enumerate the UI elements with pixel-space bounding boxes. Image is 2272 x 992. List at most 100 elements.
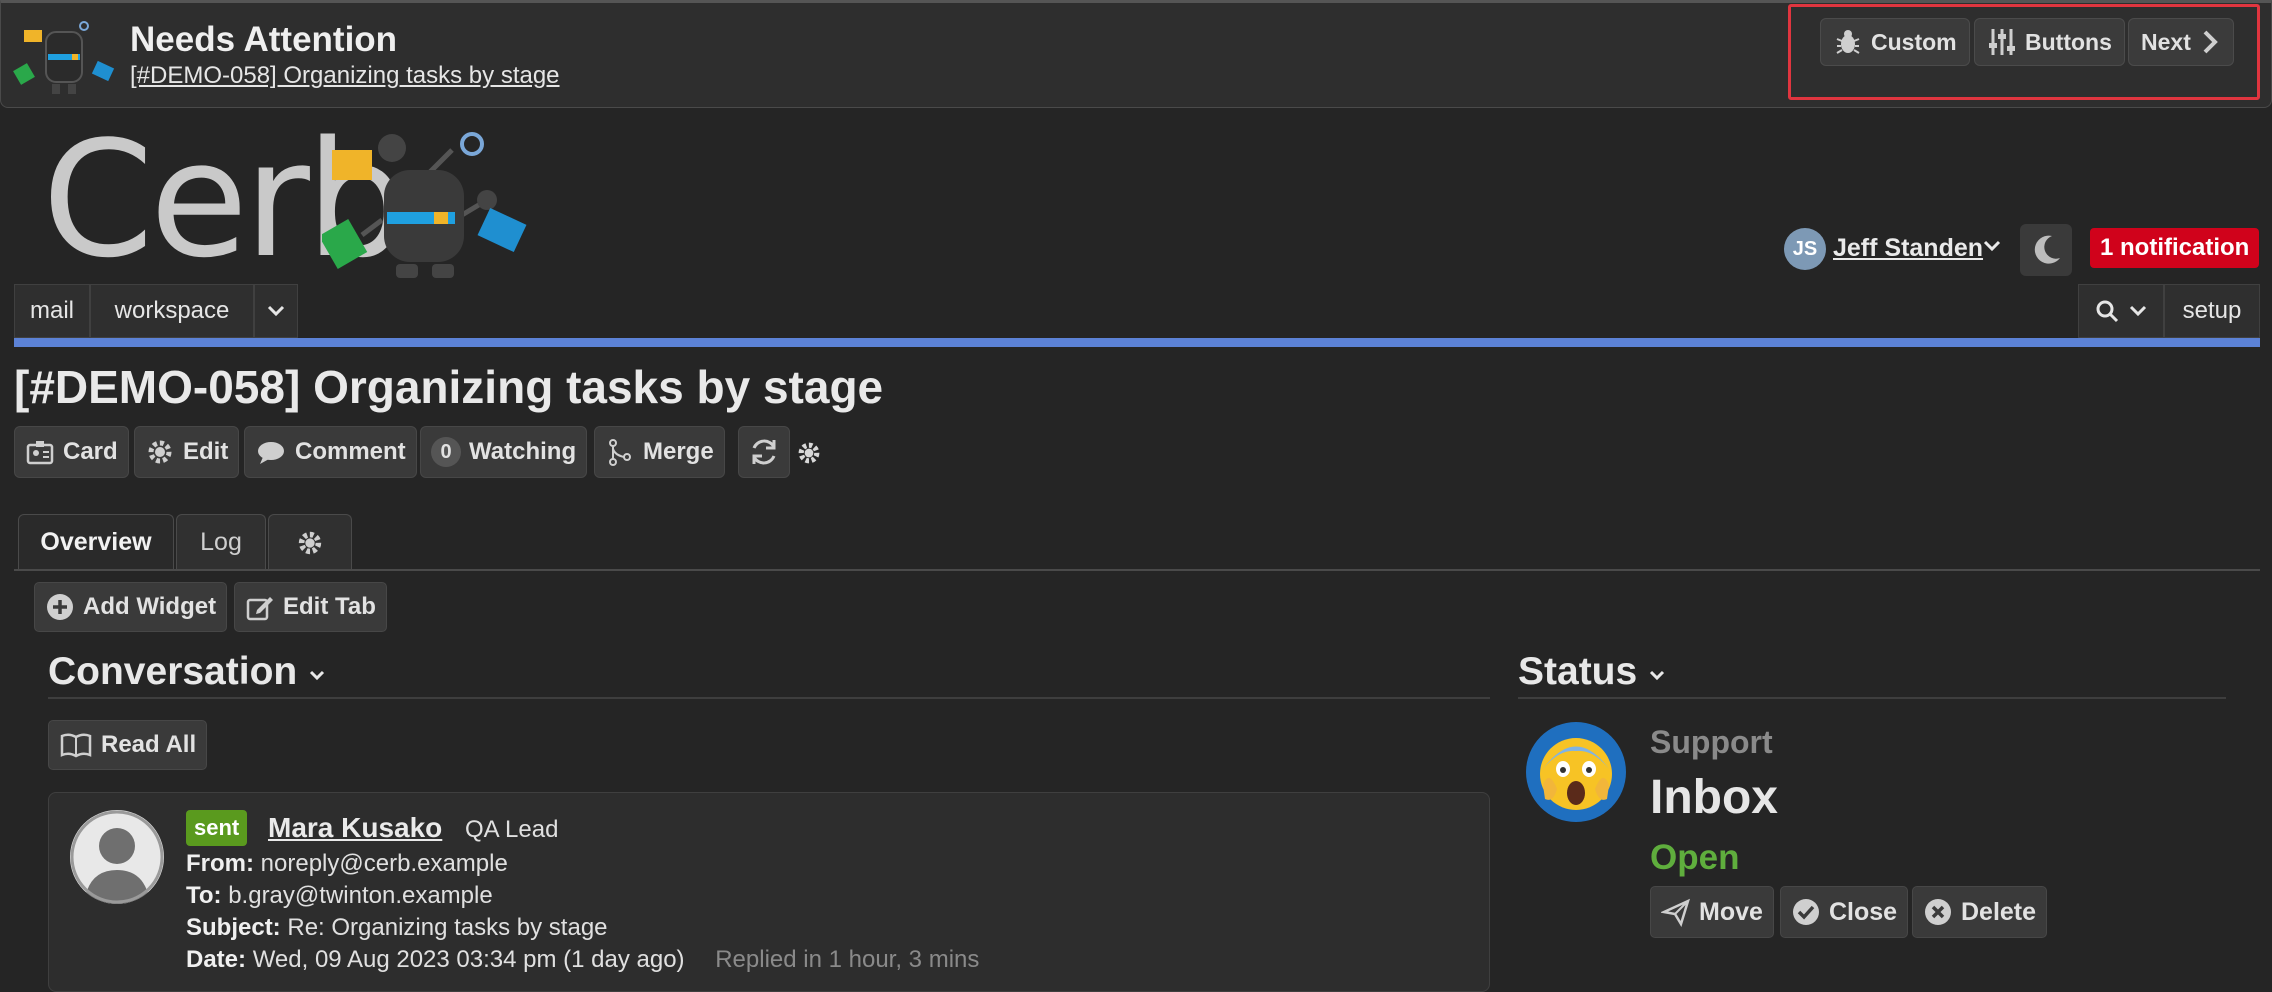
user-avatar[interactable]: JS [1784, 228, 1826, 270]
merge-icon [609, 439, 631, 466]
tab-divider [14, 569, 2260, 571]
chevron-down-icon [2129, 305, 2147, 317]
read-all-button[interactable]: Read All [48, 720, 208, 770]
read-all-label: Read All [101, 731, 197, 758]
watching-button-label: Watching [469, 438, 577, 465]
move-button-label: Move [1699, 897, 1763, 926]
merge-button[interactable]: Merge [594, 426, 725, 478]
edit-button[interactable]: Edit [134, 426, 240, 478]
chevron-right-icon [2203, 30, 2218, 54]
merge-button-label: Merge [643, 438, 714, 465]
gear-icon [298, 531, 322, 554]
attention-title: Needs Attention [130, 20, 398, 59]
custom-button-label: Custom [1871, 28, 1957, 55]
comment-button-label: Comment [295, 438, 406, 465]
tab-settings[interactable] [268, 514, 352, 570]
status-divider [1518, 697, 2226, 699]
book-open-icon [60, 733, 92, 758]
to-line: To: b.gray@twinton.example [186, 882, 493, 910]
comment-icon [258, 442, 284, 464]
status-group: Support [1650, 724, 1773, 760]
move-button[interactable]: Move [1650, 886, 1774, 938]
add-widget-label: Add Widget [83, 593, 217, 620]
refresh-button[interactable] [738, 426, 790, 478]
tab-log[interactable]: Log [176, 514, 266, 570]
gear-icon [148, 440, 172, 464]
sender-avatar[interactable] [70, 810, 164, 904]
sliders-icon [1989, 29, 2015, 55]
to-label: To: [186, 882, 222, 909]
id-card-icon [26, 441, 54, 465]
chevron-down-icon [1649, 670, 1665, 681]
watching-button[interactable]: 0 Watching [420, 426, 588, 478]
comment-button[interactable]: Comment [244, 426, 417, 478]
nav-tab-workspace[interactable]: workspace [90, 284, 254, 338]
status-title-label: Status [1518, 650, 1638, 693]
moon-icon [2034, 235, 2060, 264]
chevron-down-icon[interactable] [1982, 236, 2002, 256]
x-circle-icon [1925, 899, 1951, 925]
next-button[interactable]: Next [2128, 18, 2234, 66]
nav-tab-mail[interactable]: mail [14, 284, 90, 338]
conversation-title[interactable]: Conversation [48, 650, 326, 694]
next-button-label: Next [2141, 28, 2191, 55]
conversation-divider [48, 697, 1490, 699]
chevron-down-icon [310, 670, 325, 681]
sender-link[interactable]: Mara Kusako [268, 812, 442, 844]
watching-count: 0 [431, 437, 461, 467]
person-silhouette-icon [70, 810, 164, 904]
status-bucket: Inbox [1650, 771, 1778, 824]
replied-time: Replied in 1 hour, 3 mins [715, 946, 980, 973]
delete-button-label: Delete [1961, 897, 2037, 926]
date-line: Date: Wed, 09 Aug 2023 03:34 pm (1 day a… [186, 946, 979, 974]
from-label: From: [186, 850, 254, 877]
subject-value: Re: Organizing tasks by stage [287, 914, 608, 941]
date-value: Wed, 09 Aug 2023 03:34 pm (1 day ago) [252, 946, 685, 973]
search-icon [2096, 300, 2119, 323]
bug-icon [1836, 30, 1860, 54]
plus-circle-icon [47, 594, 73, 620]
refresh-icon [752, 439, 776, 465]
edit-tab-button[interactable]: Edit Tab [234, 582, 387, 632]
nav-more-menu[interactable] [254, 284, 298, 338]
user-menu-link[interactable]: Jeff Standen [1833, 234, 1983, 263]
settings-gear-icon[interactable] [796, 440, 822, 466]
close-button[interactable]: Close [1780, 886, 1909, 938]
status-avatar [1526, 722, 1626, 822]
edit-icon [246, 597, 273, 621]
card-button-label: Card [63, 438, 118, 465]
screaming-face-icon [1540, 738, 1612, 810]
sent-badge: sent [186, 810, 248, 846]
dark-mode-toggle[interactable] [2020, 224, 2072, 276]
subject-label: Subject: [186, 914, 281, 941]
custom-button[interactable]: Custom [1820, 18, 1970, 66]
cerb-robot-logo-icon [322, 132, 527, 278]
edit-tab-label: Edit Tab [283, 593, 376, 620]
buttons-button-label: Buttons [2025, 28, 2112, 55]
check-circle-icon [1793, 899, 1819, 925]
search-menu[interactable] [2078, 284, 2164, 338]
close-button-label: Close [1829, 897, 1898, 926]
buttons-button[interactable]: Buttons [1974, 18, 2125, 66]
from-value: noreply@cerb.example [260, 850, 508, 877]
edit-button-label: Edit [183, 438, 229, 465]
from-line: From: noreply@cerb.example [186, 850, 508, 878]
attention-ticket-link[interactable]: [#DEMO-058] Organizing tasks by stage [130, 62, 560, 90]
sender-title: QA Lead [465, 816, 559, 843]
paper-plane-icon [1661, 898, 1691, 927]
chevron-down-icon [267, 305, 285, 317]
subject-line: Subject: Re: Organizing tasks by stage [186, 914, 608, 942]
date-label: Date: [186, 946, 247, 973]
status-state: Open [1650, 838, 1740, 877]
card-button[interactable]: Card [14, 426, 129, 478]
cerb-robot-icon [13, 21, 115, 94]
status-title[interactable]: Status [1518, 650, 1666, 694]
notification-badge[interactable]: 1 notification [2090, 228, 2260, 268]
delete-button[interactable]: Delete [1912, 886, 2048, 938]
to-value: b.gray@twinton.example [228, 882, 493, 909]
nav-accent-line [14, 338, 2260, 347]
page-title: [#DEMO-058] Organizing tasks by stage [14, 361, 884, 413]
nav-setup[interactable]: setup [2164, 284, 2260, 338]
tab-overview[interactable]: Overview [18, 514, 174, 570]
add-widget-button[interactable]: Add Widget [34, 582, 228, 632]
